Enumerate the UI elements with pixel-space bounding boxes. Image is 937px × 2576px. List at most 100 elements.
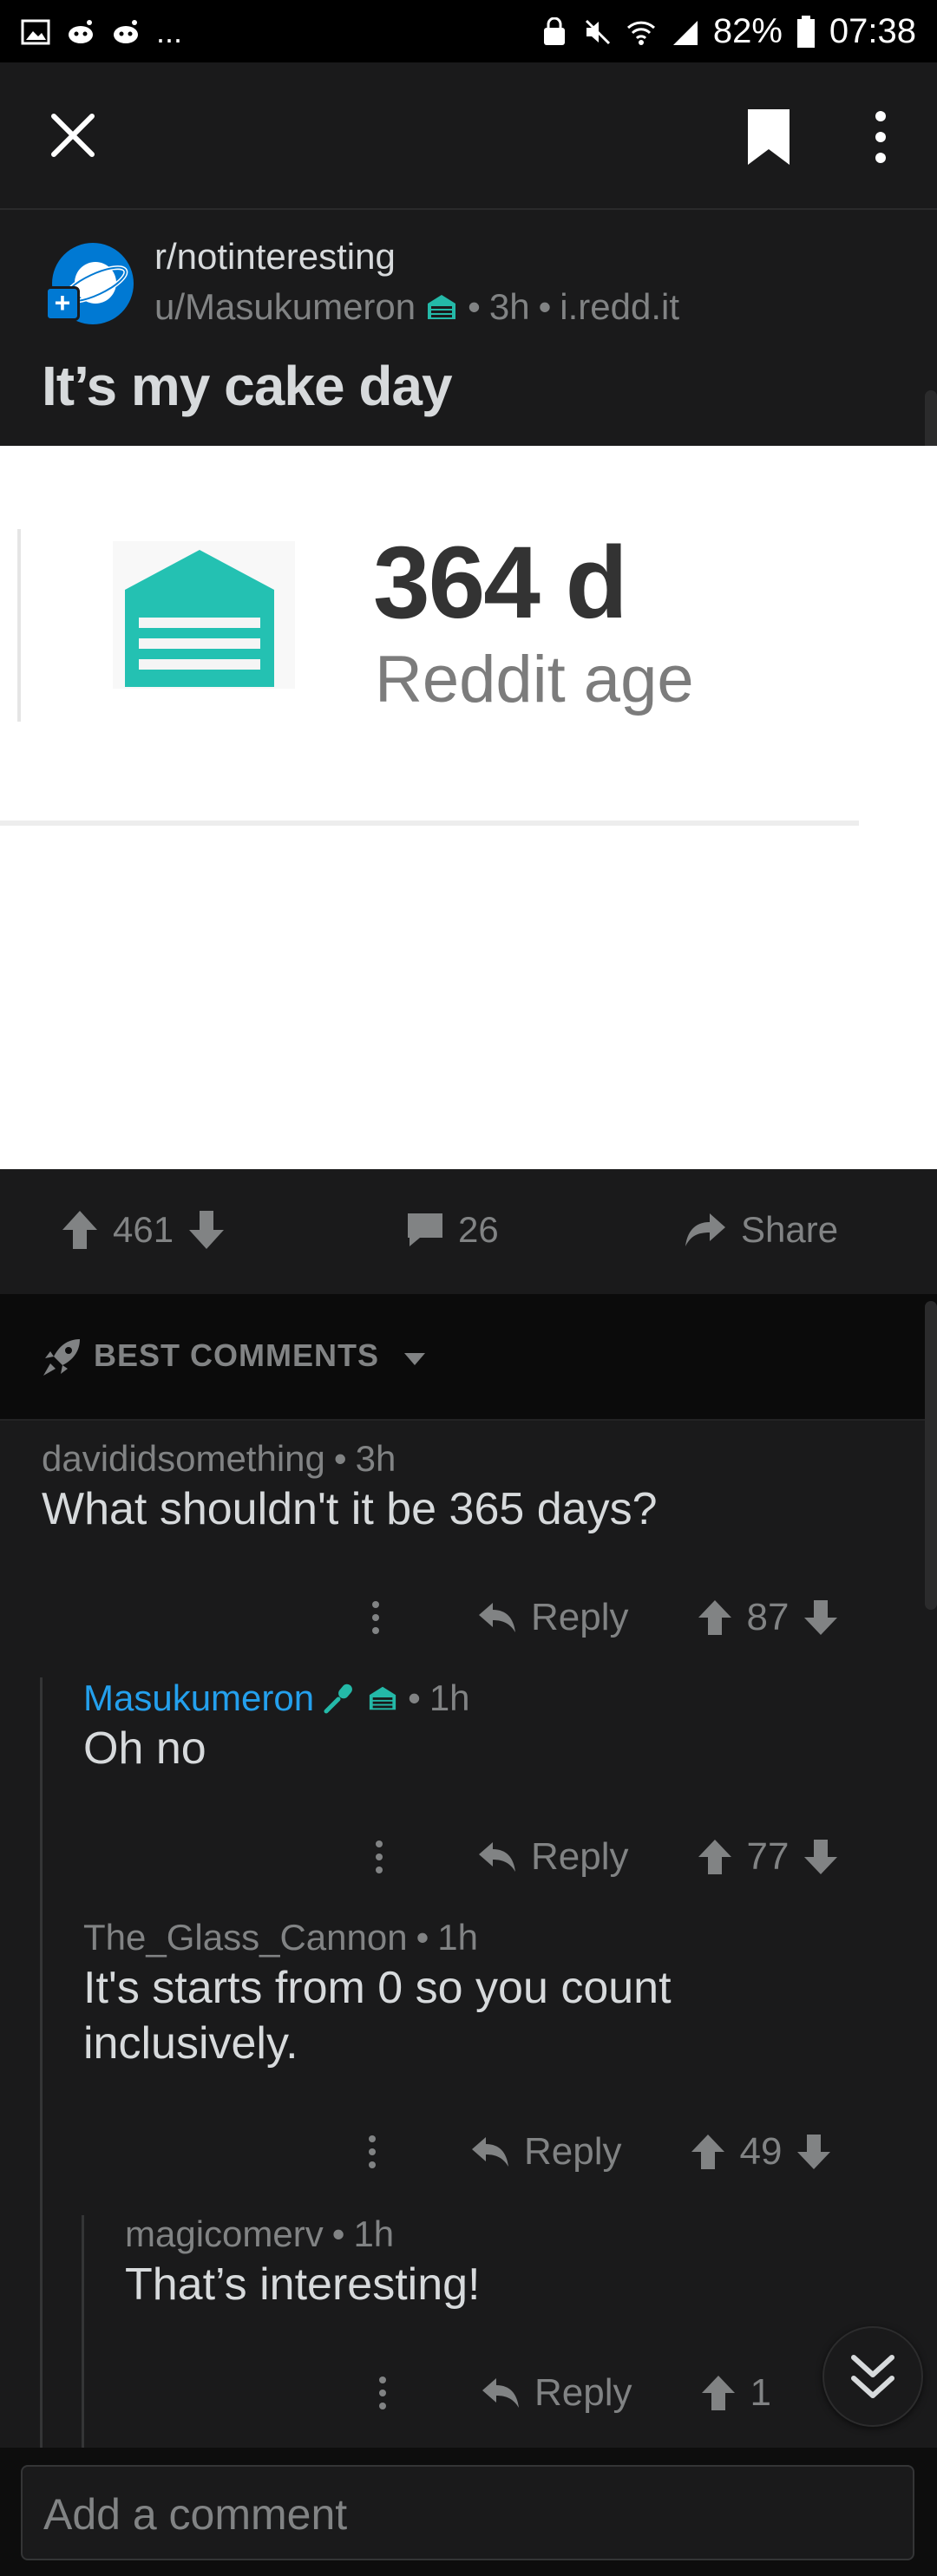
next-comment-button[interactable] (822, 2326, 923, 2427)
image-divider (17, 529, 21, 722)
comment: davididsomething • 3h What shouldn't it … (42, 1438, 658, 1537)
share-button[interactable]: Share (684, 1209, 838, 1251)
comment-count: 26 (458, 1209, 499, 1250)
comment-body: That’s interesting! (125, 2259, 481, 2310)
downvote-icon[interactable] (187, 1209, 226, 1251)
vote-group: 461 (61, 1209, 226, 1251)
comment-author[interactable]: davididsomething (42, 1438, 325, 1480)
post-domain[interactable]: i.redd.it (560, 286, 679, 328)
subreddit-name[interactable]: r/notinteresting (154, 236, 396, 278)
thread-line (40, 1677, 43, 2448)
post-title: It’s my cake day (42, 355, 453, 417)
comment-body: Oh no (83, 1723, 206, 1774)
comment-body: What shouldn't it be 365 days? (42, 1484, 658, 1534)
upvote-icon[interactable] (700, 2374, 737, 2412)
upvote-icon[interactable] (697, 1838, 733, 1876)
meta-separator: • (331, 2213, 345, 2254)
comment-age: 1h (429, 1677, 470, 1718)
more-options-icon[interactable] (378, 2376, 387, 2410)
reply-icon[interactable] (477, 1840, 517, 1873)
sort-label: BEST COMMENTS (94, 1337, 380, 1373)
reply-button[interactable]: Reply (531, 1835, 629, 1879)
share-icon (685, 1213, 725, 1246)
comment-author[interactable]: The_Glass_Cannon (83, 1917, 408, 1958)
image-rule (0, 821, 859, 826)
downvote-icon[interactable] (796, 2133, 832, 2171)
comment-age: 3h (355, 1438, 396, 1479)
comment: magicomerv • 1h That’s interesting! (125, 2213, 480, 2312)
reply-button[interactable]: Reply (531, 1596, 629, 1639)
comment: Masukumeron • 1h Oh no (83, 1677, 470, 1776)
comment-meta: davididsomething • 3h (42, 1438, 658, 1480)
comment-placeholder: Add a comment (43, 2490, 348, 2539)
bookmark-icon[interactable] (744, 108, 793, 167)
mute-icon (585, 19, 610, 44)
meta-separator: • (416, 1917, 429, 1958)
scrollbar-thumb[interactable] (925, 1301, 937, 1610)
cake-icon (428, 295, 456, 319)
upvote-icon[interactable] (697, 1599, 733, 1637)
wifi-icon (626, 21, 655, 45)
comment-sort-bar[interactable]: BEST COMMENTS (0, 1294, 937, 1421)
downvote-icon[interactable] (803, 1599, 839, 1637)
comments-button[interactable]: 26 (406, 1209, 499, 1251)
gallery-icon (21, 19, 50, 45)
post-image[interactable]: 364 d Reddit age (0, 446, 937, 1169)
thread-line (82, 2215, 84, 2448)
reply-button[interactable]: Reply (524, 2130, 622, 2174)
meta-separator: • (538, 286, 552, 327)
cake-icon-large (113, 541, 295, 689)
upvote-icon[interactable] (690, 2133, 726, 2171)
system-icons: 82% 07:38 (540, 12, 916, 51)
comment-author-op[interactable]: Masukumeron (83, 1677, 314, 1719)
comment: The_Glass_Cannon • 1h It's starts from 0… (83, 1917, 795, 2071)
signal-icon (672, 20, 698, 45)
microphone-icon (324, 1684, 353, 1714)
comment-age: 1h (437, 1917, 479, 1958)
comment-actions: Reply 77 (375, 1835, 839, 1879)
rocket-icon (43, 1339, 80, 1376)
comment-score: 77 (746, 1835, 790, 1878)
add-comment-input[interactable]: Add a comment (21, 2465, 914, 2560)
reply-button[interactable]: Reply (534, 2371, 632, 2415)
comment-actions: Reply 1 (378, 2371, 771, 2415)
comment-body: It's starts from 0 so you count inclusiv… (83, 1963, 672, 2069)
more-notifications: ... (156, 14, 183, 49)
post-author[interactable]: u/Masukumeron (154, 286, 416, 328)
more-options-icon[interactable] (375, 1840, 383, 1874)
post-meta: u/Masukumeron • 3h • i.redd.it (154, 286, 679, 328)
clock: 07:38 (829, 12, 916, 50)
reddit-notification-icon-2 (114, 20, 138, 43)
reddit-age-label: Reddit age (375, 643, 694, 716)
more-options-icon[interactable] (868, 108, 894, 167)
more-options-icon[interactable] (371, 1600, 380, 1635)
close-icon[interactable] (45, 108, 101, 163)
battery-icon (796, 15, 815, 48)
comment-score: 49 (739, 2130, 783, 2173)
notification-icons: ... (21, 14, 182, 50)
upvote-icon[interactable] (61, 1209, 99, 1251)
meta-separator: • (408, 1677, 421, 1718)
post-actions-bar: 461 26 Share (0, 1169, 937, 1294)
meta-separator: • (468, 286, 481, 327)
post-age: 3h (488, 286, 530, 327)
top-app-bar (0, 62, 937, 210)
status-bar: ... 82% 07:38 (0, 0, 937, 62)
comment-meta: Masukumeron • 1h (83, 1677, 470, 1719)
comment-actions: Reply 87 (371, 1596, 839, 1639)
cake-icon (369, 1686, 396, 1710)
reply-icon[interactable] (477, 1601, 517, 1634)
reddit-notification-icon (69, 20, 93, 43)
reply-icon[interactable] (481, 2377, 521, 2409)
more-options-icon[interactable] (368, 2135, 377, 2169)
comment-age: 1h (353, 2213, 395, 2254)
comment-score: 87 (746, 1596, 790, 1638)
comment-meta: The_Glass_Cannon • 1h (83, 1917, 795, 1958)
downvote-icon[interactable] (803, 1838, 839, 1876)
meta-separator: • (333, 1438, 347, 1479)
join-subreddit-plus-icon[interactable]: + (45, 286, 80, 321)
reply-icon[interactable] (470, 2135, 510, 2168)
comment-actions: Reply 49 (368, 2130, 832, 2174)
comment-author[interactable]: magicomerv (125, 2213, 324, 2255)
comment-meta: magicomerv • 1h (125, 2213, 480, 2255)
